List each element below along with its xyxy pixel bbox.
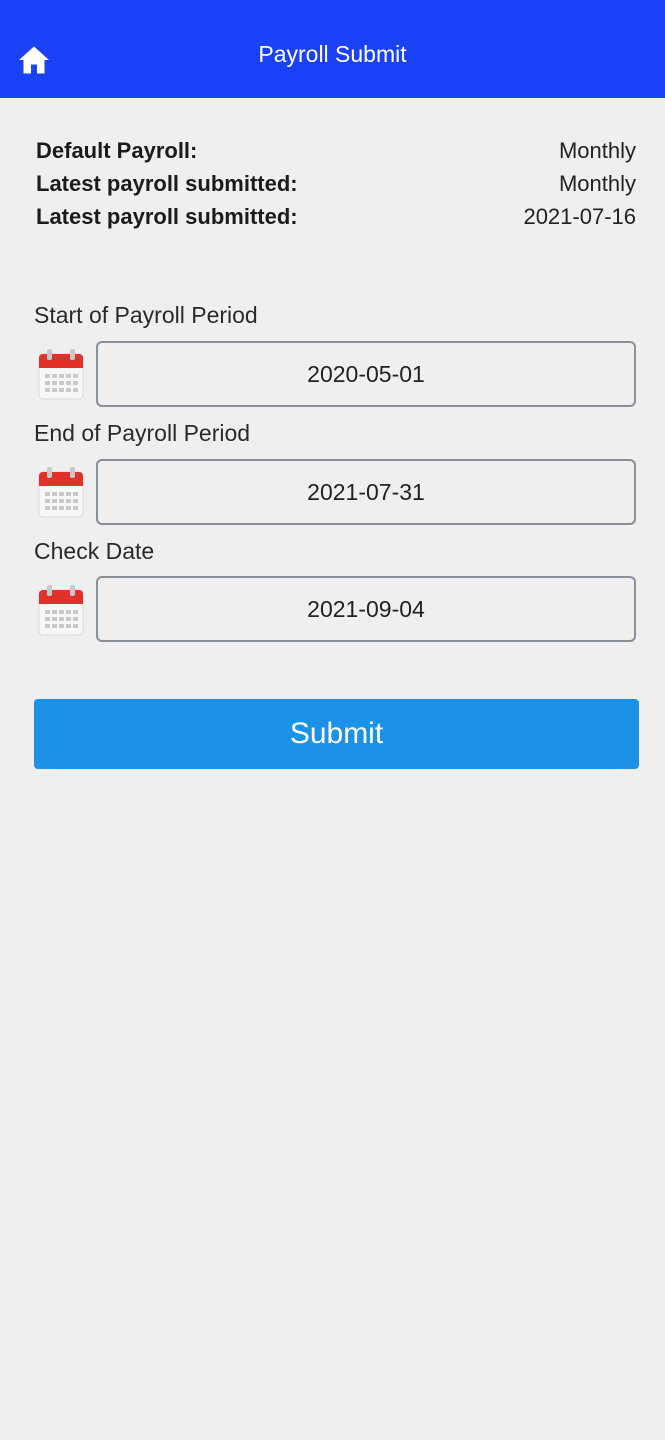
summary-value: Monthly — [558, 138, 636, 163]
check-date-label: Check Date — [34, 538, 155, 564]
end-period-input[interactable]: 2021-07-31 — [96, 459, 636, 525]
start-period-input[interactable]: 2020-05-01 — [96, 341, 636, 407]
calendar-icon[interactable] — [38, 584, 84, 636]
summary-label: Latest payroll submitted: — [36, 204, 298, 229]
end-period-label: End of Payroll Period — [34, 420, 251, 446]
start-period-label: Start of Payroll Period — [34, 302, 258, 328]
check-date-input[interactable]: 2021-09-04 — [96, 576, 636, 642]
summary-row-latest-payroll-type: Latest payroll submitted: Monthly — [36, 171, 636, 204]
summary-label: Default Payroll: — [36, 138, 198, 163]
payroll-summary: Default Payroll: Monthly Latest payroll … — [36, 138, 636, 237]
calendar-icon[interactable] — [38, 348, 84, 400]
summary-label: Latest payroll submitted: — [36, 171, 298, 196]
app-header: Payroll Submit — [0, 0, 665, 98]
summary-row-default-payroll: Default Payroll: Monthly — [36, 138, 636, 171]
summary-value: Monthly — [558, 171, 636, 196]
summary-row-latest-payroll-date: Latest payroll submitted: 2021-07-16 — [36, 204, 636, 237]
calendar-icon[interactable] — [38, 466, 84, 518]
summary-value: 2021-07-16 — [523, 204, 636, 229]
submit-button[interactable]: Submit — [34, 699, 639, 769]
page-title: Payroll Submit — [258, 41, 407, 67]
